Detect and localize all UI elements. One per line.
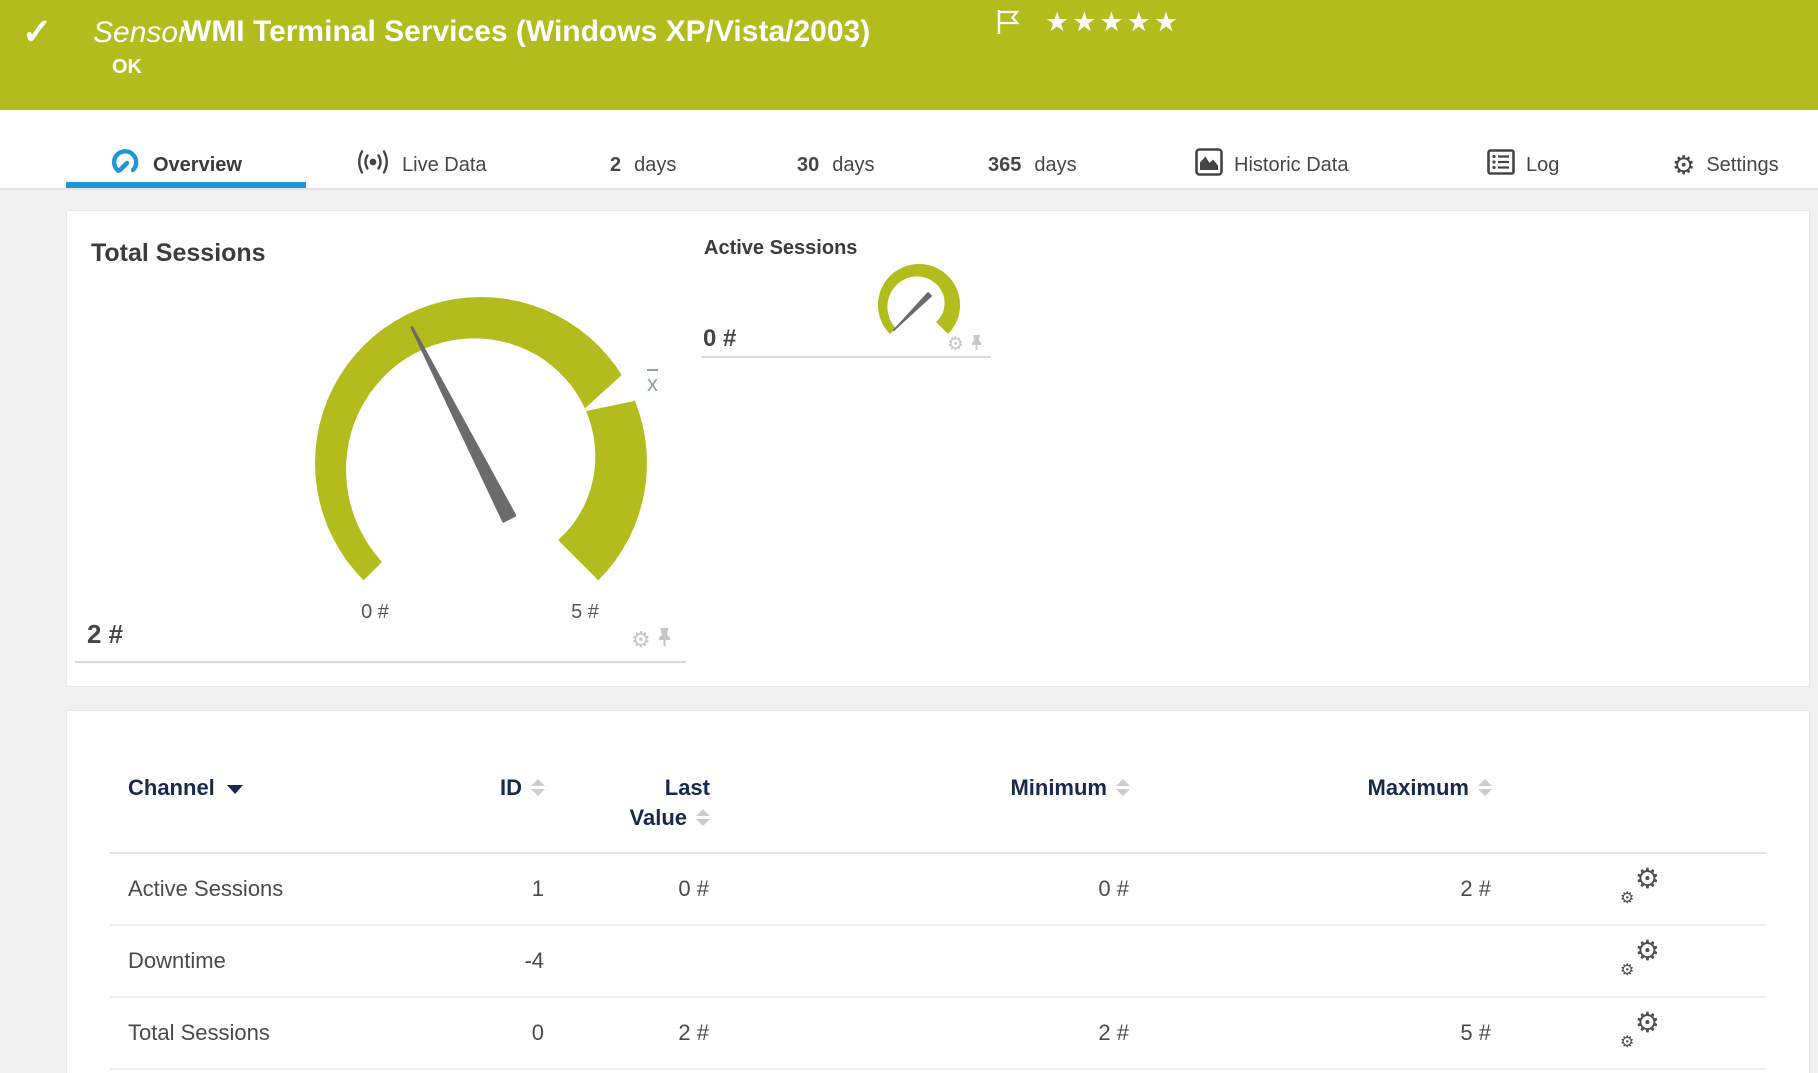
table-header-row: Channel ID Last Value Minimum bbox=[110, 711, 1767, 853]
tab-label: days bbox=[832, 154, 874, 177]
channel-name-cell[interactable]: Active Sessions bbox=[110, 853, 440, 925]
object-kind-label: Sensor bbox=[93, 14, 188, 52]
actions-cell: ⚙⚙ bbox=[1492, 925, 1767, 997]
tab-settings[interactable]: ⚙ Settings bbox=[1672, 142, 1779, 188]
sort-caret-down-icon bbox=[227, 785, 243, 794]
sensor-header: ✓ Sensor WMI Terminal Services (Windows … bbox=[0, 0, 1818, 110]
last-value-cell: 2 # bbox=[545, 997, 710, 1069]
tab-log[interactable]: Log bbox=[1487, 142, 1559, 188]
total-sessions-current-value: 2 # bbox=[87, 619, 123, 650]
prtg-sensor-page: ✓ Sensor WMI Terminal Services (Windows … bbox=[0, 0, 1818, 1073]
table-row: Active Sessions 1 0 # 0 # 2 # ⚙⚙ bbox=[110, 853, 1767, 925]
sort-arrows-icon bbox=[1478, 779, 1492, 796]
column-header-maximum[interactable]: Maximum bbox=[1130, 711, 1492, 853]
active-sessions-current-value: 0 # bbox=[703, 325, 736, 353]
column-header-channel[interactable]: Channel bbox=[110, 711, 440, 853]
sort-arrows-icon bbox=[531, 779, 545, 796]
channel-settings-gears-icon[interactable]: ⚙⚙ bbox=[1620, 865, 1660, 907]
column-label: Channel bbox=[128, 775, 215, 800]
column-header-actions bbox=[1492, 711, 1767, 853]
tab-30-days[interactable]: 30 days bbox=[797, 142, 875, 188]
tab-number: 365 bbox=[988, 154, 1021, 177]
total-gauge-tools: ⚙ bbox=[631, 627, 672, 652]
maximum-cell bbox=[1130, 925, 1492, 997]
column-label: Last bbox=[665, 775, 710, 800]
content-area: Total Sessions 2 # 0 # 5 # x ⚙ Active Se… bbox=[0, 190, 1818, 1073]
sort-arrows-icon bbox=[696, 809, 710, 826]
settings-gear-icon: ⚙ bbox=[1672, 152, 1695, 178]
live-data-icon bbox=[355, 149, 391, 181]
gauges-panel: Total Sessions 2 # 0 # 5 # x ⚙ Active Se… bbox=[66, 210, 1810, 687]
id-cell: 0 bbox=[440, 997, 545, 1069]
tab-label: Live Data bbox=[402, 154, 487, 177]
sensor-title: WMI Terminal Services (Windows XP/Vista/… bbox=[183, 12, 870, 52]
table-row: Downtime -4 ⚙⚙ bbox=[110, 925, 1767, 997]
gauge-pin-icon[interactable] bbox=[657, 627, 672, 652]
channel-name-cell[interactable]: Total Sessions bbox=[110, 997, 440, 1069]
gauge-average-marker-label: x bbox=[647, 371, 658, 397]
maximum-cell: 2 # bbox=[1130, 853, 1492, 925]
active-gauge-tools: ⚙ bbox=[947, 334, 983, 356]
tab-365-days[interactable]: 365 days bbox=[988, 142, 1077, 188]
flag-icon[interactable] bbox=[995, 8, 1025, 41]
minimum-cell: 0 # bbox=[710, 853, 1130, 925]
status-ok-check-icon: ✓ bbox=[22, 12, 52, 52]
column-label: Minimum bbox=[1010, 775, 1107, 800]
tab-number: 2 bbox=[610, 154, 621, 177]
sensor-status-text: OK bbox=[112, 56, 142, 79]
tab-number: 30 bbox=[797, 154, 819, 177]
overview-gauge-icon bbox=[112, 147, 142, 183]
channel-settings-gears-icon[interactable]: ⚙⚙ bbox=[1620, 937, 1660, 979]
gauge-settings-gear-icon[interactable]: ⚙ bbox=[631, 629, 651, 651]
tab-label: days bbox=[634, 154, 676, 177]
actions-cell: ⚙⚙ bbox=[1492, 853, 1767, 925]
gauge-min-label: 0 # bbox=[335, 601, 415, 624]
tab-label: Overview bbox=[153, 154, 242, 177]
channels-panel: Channel ID Last Value Minimum bbox=[66, 710, 1810, 1073]
column-label: Maximum bbox=[1368, 775, 1469, 800]
priority-stars[interactable]: ★★★★★ bbox=[1045, 6, 1181, 38]
id-cell: -4 bbox=[440, 925, 545, 997]
active-sessions-gauge-title: Active Sessions bbox=[704, 237, 857, 260]
historic-data-chart-icon bbox=[1195, 148, 1223, 182]
sort-arrows-icon bbox=[1116, 779, 1130, 796]
gauges-graphic bbox=[67, 211, 1811, 688]
tab-label: Settings bbox=[1706, 154, 1778, 177]
maximum-cell: 5 # bbox=[1130, 997, 1492, 1069]
id-cell: 1 bbox=[440, 853, 545, 925]
tab-live-data[interactable]: Live Data bbox=[355, 142, 487, 188]
channels-table: Channel ID Last Value Minimum bbox=[110, 711, 1767, 1070]
minimum-cell bbox=[710, 925, 1130, 997]
tab-bar: Overview Live Data 2 days 30 days 365 bbox=[0, 110, 1818, 190]
gauge-underline bbox=[701, 356, 991, 358]
column-label: Value bbox=[630, 805, 687, 830]
table-row: Total Sessions 0 2 # 2 # 5 # ⚙⚙ bbox=[110, 997, 1767, 1069]
actions-cell: ⚙⚙ bbox=[1492, 997, 1767, 1069]
channel-settings-gears-icon[interactable]: ⚙⚙ bbox=[1620, 1009, 1660, 1051]
tab-label: Log bbox=[1526, 154, 1559, 177]
gauge-underline bbox=[75, 661, 686, 663]
total-sessions-gauge-title: Total Sessions bbox=[91, 239, 266, 268]
last-value-cell: 0 # bbox=[545, 853, 710, 925]
tab-label: Historic Data bbox=[1234, 154, 1348, 177]
gauge-pin-icon[interactable] bbox=[970, 334, 983, 356]
gauge-max-label: 5 # bbox=[545, 601, 625, 624]
log-list-icon bbox=[1487, 149, 1515, 181]
gauge-settings-gear-icon[interactable]: ⚙ bbox=[947, 334, 964, 356]
column-label: ID bbox=[500, 775, 522, 800]
minimum-cell: 2 # bbox=[710, 997, 1130, 1069]
last-value-cell bbox=[545, 925, 710, 997]
tab-label: days bbox=[1034, 154, 1076, 177]
column-header-id[interactable]: ID bbox=[440, 711, 545, 853]
channel-name-cell[interactable]: Downtime bbox=[110, 925, 440, 997]
column-header-last-value[interactable]: Last Value bbox=[545, 711, 710, 853]
tab-2-days[interactable]: 2 days bbox=[610, 142, 676, 188]
column-header-minimum[interactable]: Minimum bbox=[710, 711, 1130, 853]
tab-historic-data[interactable]: Historic Data bbox=[1195, 142, 1348, 188]
